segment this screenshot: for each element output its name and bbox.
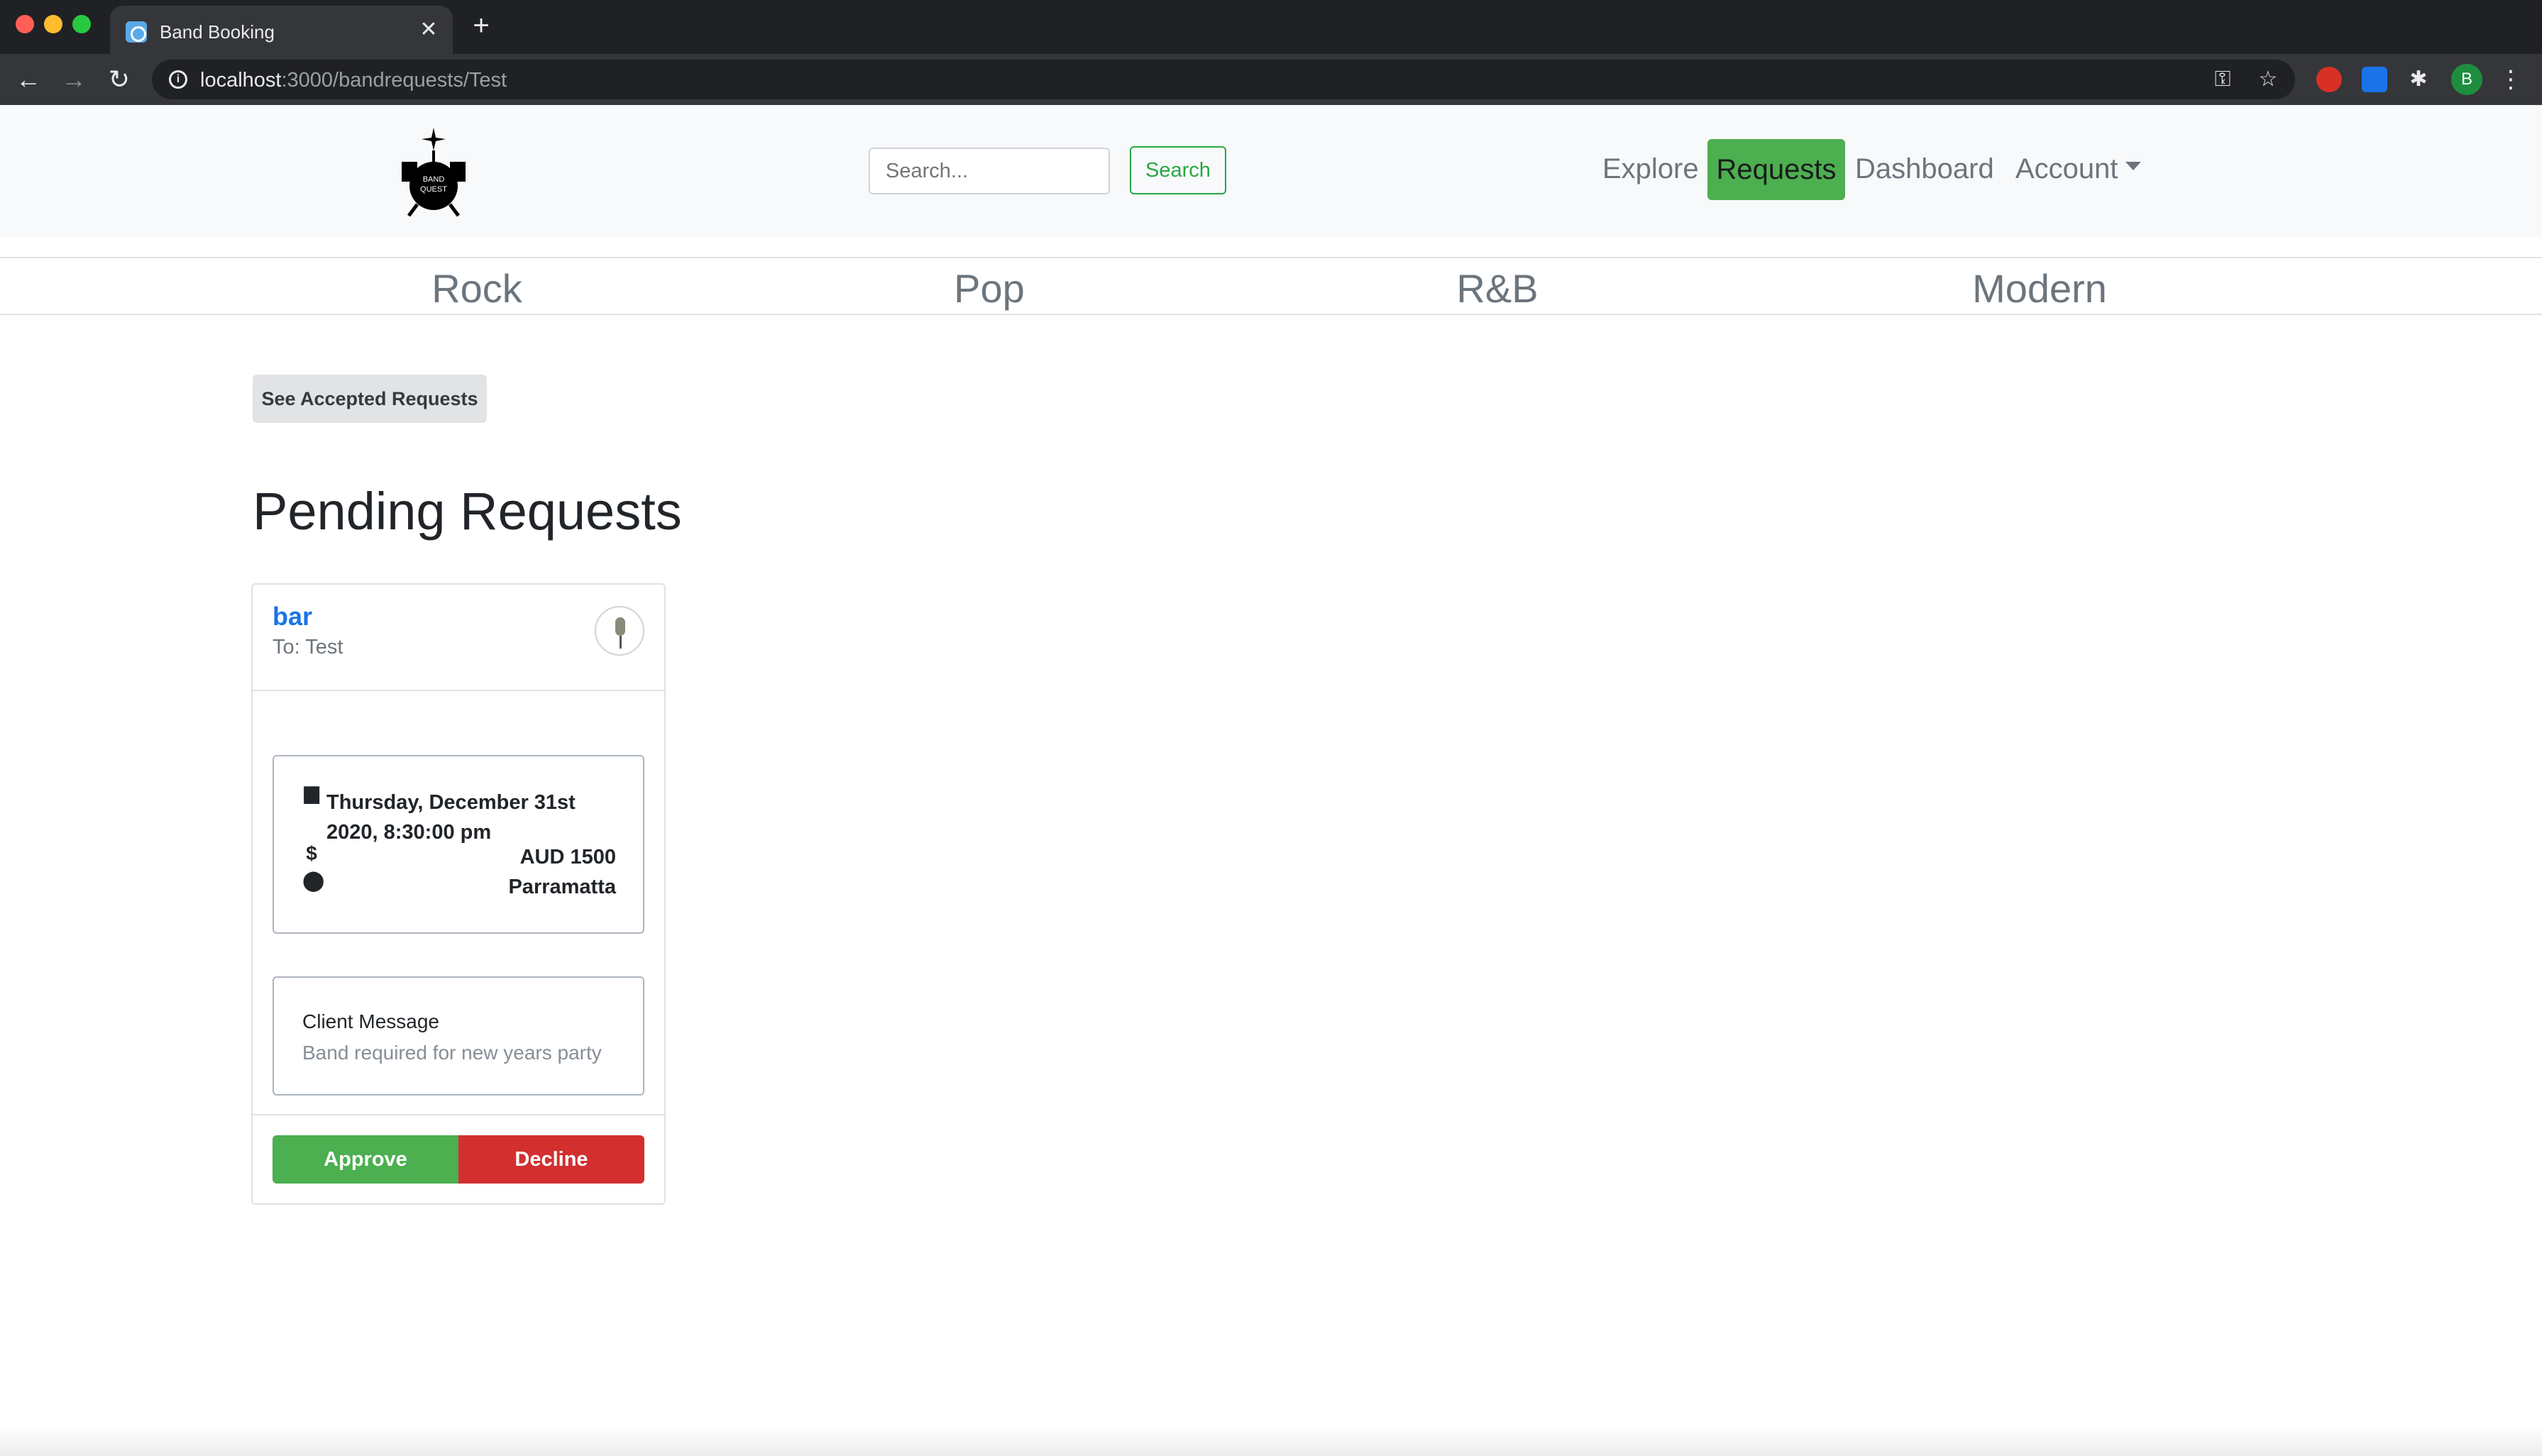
tab-title: Band Booking [160, 21, 275, 43]
tab-close-icon[interactable]: ✕ [416, 17, 441, 43]
calendar-icon: ▆ [304, 781, 319, 803]
genre-bar: Rock Pop R&B Modern [0, 257, 2542, 315]
forward-arrow-icon[interactable]: → [58, 64, 89, 95]
info-icon[interactable]: i [169, 70, 187, 89]
nav-requests-link[interactable]: Requests [1707, 139, 1845, 200]
browser-toolbar: ← → ↻ i localhost:3000/bandrequests/Test… [0, 54, 2542, 105]
caret-down-icon [2125, 162, 2141, 171]
site-navbar: BAND QUEST Search Explore Requests Dashb… [0, 105, 2542, 237]
request-location: Parramatta [508, 876, 616, 898]
url-text[interactable]: localhost:3000/bandrequests/Test [200, 69, 507, 92]
request-card-header: bar To: Test [253, 585, 664, 691]
nav-account-dropdown[interactable]: Account [2015, 153, 2141, 185]
new-tab-button[interactable]: + [467, 11, 495, 40]
browser-menu-icon[interactable]: ⋮ [2498, 64, 2524, 95]
extension-shield-icon[interactable] [2362, 67, 2387, 92]
decline-button[interactable]: Decline [458, 1135, 644, 1184]
request-date: Thursday, December 31st 2020, 8:30:00 pm [326, 791, 576, 844]
dollar-icon: $ [306, 842, 317, 864]
browser-tab[interactable]: Band Booking ✕ [110, 6, 453, 55]
microphone-avatar-icon [595, 606, 644, 656]
request-card-footer: Approve Decline [253, 1114, 664, 1203]
minimize-window-button[interactable] [44, 15, 62, 33]
back-arrow-icon[interactable]: ← [13, 64, 44, 95]
svg-text:BAND: BAND [423, 175, 445, 184]
client-message-box: Client Message Band required for new yea… [273, 976, 644, 1096]
close-window-button[interactable] [16, 15, 34, 33]
key-icon[interactable]: ⚿ [2210, 67, 2235, 92]
browser-titlebar: Band Booking ✕ + [0, 0, 2542, 55]
approve-button[interactable]: Approve [273, 1135, 458, 1184]
nav-account-label: Account [2015, 153, 2118, 184]
search-button[interactable]: Search [1130, 146, 1226, 194]
genre-modern-link[interactable]: Modern [1972, 265, 2107, 311]
extension-red-icon[interactable] [2316, 67, 2342, 92]
react-favicon-icon [126, 21, 147, 43]
see-accepted-requests-button[interactable]: See Accepted Requests [253, 375, 487, 423]
nav-dashboard-link[interactable]: Dashboard [1855, 153, 1994, 185]
client-message-text: Band required for new years party [302, 1042, 602, 1064]
client-message-label: Client Message [302, 1010, 439, 1032]
bookmark-star-icon[interactable]: ☆ [2255, 67, 2281, 92]
request-venue-link[interactable]: bar [273, 602, 312, 632]
svg-text:QUEST: QUEST [420, 185, 447, 194]
profile-avatar[interactable]: B [2451, 64, 2482, 95]
request-recipient: To: Test [273, 636, 343, 658]
genre-pop-link[interactable]: Pop [954, 265, 1025, 311]
address-bar[interactable]: i localhost:3000/bandrequests/Test ⚿ ☆ [152, 60, 2295, 99]
page-title: Pending Requests [253, 482, 682, 541]
page-bottom-shadow [0, 1426, 2542, 1456]
genre-rock-link[interactable]: Rock [431, 265, 522, 311]
maximize-window-button[interactable] [72, 15, 91, 33]
search-input[interactable] [869, 148, 1110, 194]
request-card: bar To: Test ▆ Thursday, December 31st 2… [251, 583, 666, 1205]
genre-rnb-link[interactable]: R&B [1456, 265, 1538, 311]
map-pin-icon: ⬤ [302, 869, 325, 891]
request-price: AUD 1500 [519, 846, 616, 868]
band-quest-logo[interactable]: BAND QUEST [389, 125, 478, 217]
nav-explore-link[interactable]: Explore [1602, 153, 1699, 185]
reload-icon[interactable]: ↻ [104, 64, 135, 95]
request-details: ▆ Thursday, December 31st 2020, 8:30:00 … [273, 755, 644, 934]
extensions-puzzle-icon[interactable]: ✱ [2406, 67, 2431, 92]
